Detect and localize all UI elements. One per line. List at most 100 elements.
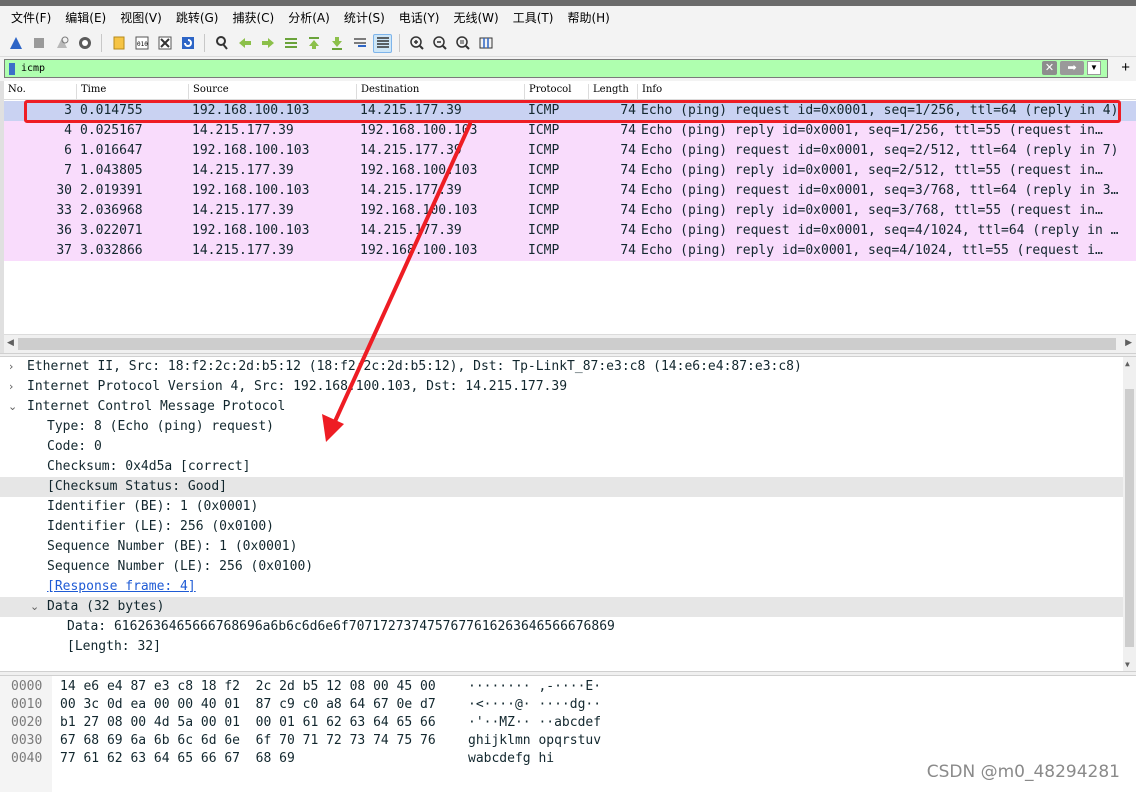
byte-offset: 0030	[11, 733, 43, 748]
save-file-icon[interactable]: 010	[132, 34, 151, 53]
cell-time: 3.032866	[80, 243, 143, 258]
cell-length: 74	[620, 223, 636, 238]
open-file-icon[interactable]	[109, 34, 128, 53]
menu-telephony[interactable]: 电话(Y)	[392, 6, 447, 30]
add-filter-button-icon[interactable]: +	[1121, 60, 1130, 76]
menu-capture[interactable]: 捕获(C)	[225, 6, 281, 30]
scroll-up-icon[interactable]: ▲	[1125, 359, 1130, 368]
menu-go[interactable]: 跳转(G)	[169, 6, 226, 30]
byte-offset: 0010	[11, 697, 43, 712]
filter-history-chevron-icon[interactable]: ▼	[1087, 61, 1101, 75]
table-row[interactable]: 36 3.022071 192.168.100.103 14.215.177.3…	[4, 221, 1136, 241]
tree-item-field[interactable]: Identifier (BE): 1 (0x0001)	[0, 497, 1123, 517]
tree-item-ethernet[interactable]: › Ethernet II, Src: 18:f2:2c:2d:b5:12 (1…	[0, 357, 1123, 377]
column-header-info[interactable]: Info	[642, 84, 662, 95]
menu-edit[interactable]: 编辑(E)	[58, 6, 113, 30]
expand-chevron-icon[interactable]: ›	[9, 377, 13, 397]
byte-offset: 0040	[11, 751, 43, 766]
packet-list-horizontal-scrollbar[interactable]: ◀ ▶	[4, 334, 1136, 353]
byte-hex[interactable]: b1 27 08 00 4d 5a 00 01 00 01 61 62 63 6…	[60, 714, 436, 732]
scroll-left-icon[interactable]: ◀	[7, 337, 14, 348]
start-capture-icon[interactable]	[6, 34, 25, 53]
tree-item-ipv4[interactable]: › Internet Protocol Version 4, Src: 192.…	[0, 377, 1123, 397]
autoscroll-icon[interactable]	[350, 34, 369, 53]
tree-item-field[interactable]: Sequence Number (BE): 1 (0x0001)	[0, 537, 1123, 557]
display-filter-input[interactable]: icmp ✕ ➡ ▼	[4, 59, 1108, 78]
column-header-length[interactable]: Length	[593, 84, 629, 95]
menu-view[interactable]: 视图(V)	[113, 6, 169, 30]
capture-options-icon[interactable]	[75, 34, 94, 53]
tree-item-field[interactable]: [Length: 32]	[0, 637, 1123, 657]
byte-ascii[interactable]: ········ ,-····E·	[468, 678, 601, 696]
byte-ascii[interactable]: ·'··MZ·· ··abcdef	[468, 714, 601, 732]
go-back-icon[interactable]	[235, 34, 254, 53]
tree-item-field[interactable]: Sequence Number (LE): 256 (0x0100)	[0, 557, 1123, 577]
column-header-protocol[interactable]: Protocol	[529, 84, 571, 95]
expand-chevron-icon[interactable]: ›	[9, 357, 13, 377]
cell-no: 33	[56, 203, 72, 218]
column-header-source[interactable]: Source	[193, 84, 229, 95]
byte-hex[interactable]: 14 e6 e4 87 e3 c8 18 f2 2c 2d b5 12 08 0…	[60, 678, 436, 696]
scroll-right-icon[interactable]: ▶	[1125, 337, 1132, 348]
tree-item-field[interactable]: Data: 6162636465666768696a6b6c6d6e6f7071…	[0, 617, 1123, 637]
table-row[interactable]: 30 2.019391 192.168.100.103 14.215.177.3…	[4, 181, 1136, 201]
tree-item-field[interactable]: Checksum: 0x4d5a [correct]	[0, 457, 1123, 477]
cell-no: 4	[64, 123, 72, 138]
scrollbar-thumb[interactable]	[18, 338, 1116, 350]
response-frame-link[interactable]: [Response frame: 4]	[47, 577, 196, 597]
restart-capture-icon[interactable]	[52, 34, 71, 53]
zoom-in-icon[interactable]	[407, 34, 426, 53]
scrollbar-thumb[interactable]	[1125, 389, 1134, 647]
normal-size-icon[interactable]	[453, 34, 472, 53]
colorize-list-icon[interactable]	[373, 33, 392, 53]
collapse-chevron-icon[interactable]: ⌄	[8, 397, 17, 417]
details-vertical-scrollbar[interactable]: ▲ ▼	[1123, 357, 1136, 671]
stop-capture-icon[interactable]	[29, 34, 48, 53]
byte-hex[interactable]: 77 61 62 63 64 65 66 67 68 69	[60, 750, 295, 768]
go-to-packet-icon[interactable]	[281, 34, 300, 53]
table-row[interactable]: 7 1.043805 14.215.177.39 192.168.100.103…	[4, 161, 1136, 181]
reload-file-icon[interactable]	[178, 34, 197, 53]
go-forward-icon[interactable]	[258, 34, 277, 53]
table-row[interactable]: 37 3.032866 14.215.177.39 192.168.100.10…	[4, 241, 1136, 261]
byte-ascii[interactable]: wabcdefg hi	[468, 750, 554, 768]
collapse-chevron-icon[interactable]: ⌄	[30, 597, 39, 617]
column-header-destination[interactable]: Destination	[361, 84, 419, 95]
tree-item-data[interactable]: ⌄ Data (32 bytes)	[0, 597, 1123, 617]
cell-protocol: ICMP	[528, 223, 560, 238]
toolbar-separator	[204, 34, 205, 52]
last-packet-icon[interactable]	[327, 34, 346, 53]
tree-item-field[interactable]: Identifier (LE): 256 (0x0100)	[0, 517, 1123, 537]
first-packet-icon[interactable]	[304, 34, 323, 53]
tree-item-field[interactable]: Type: 8 (Echo (ping) request)	[0, 417, 1123, 437]
menu-statistics[interactable]: 统计(S)	[337, 6, 392, 30]
column-header-no[interactable]: No.	[8, 84, 26, 95]
tree-item-field[interactable]: Code: 0	[0, 437, 1123, 457]
table-row[interactable]: 6 1.016647 192.168.100.103 14.215.177.39…	[4, 141, 1136, 161]
find-packet-icon[interactable]	[212, 34, 231, 53]
tree-item-label: [Checksum Status: Good]	[47, 479, 228, 494]
menu-help[interactable]: 帮助(H)	[560, 6, 616, 30]
byte-ascii[interactable]: ·<····@· ····dg··	[468, 696, 601, 714]
tree-item-response-frame[interactable]: [Response frame: 4]	[0, 577, 1123, 597]
tree-item-icmp[interactable]: ⌄ Internet Control Message Protocol	[0, 397, 1123, 417]
table-row[interactable]: 33 2.036968 14.215.177.39 192.168.100.10…	[4, 201, 1136, 221]
cell-source: 192.168.100.103	[192, 143, 310, 158]
menu-file[interactable]: 文件(F)	[4, 6, 58, 30]
clear-filter-icon[interactable]: ✕	[1042, 61, 1057, 75]
resize-columns-icon[interactable]	[476, 34, 495, 53]
menu-tools[interactable]: 工具(T)	[506, 6, 561, 30]
byte-hex[interactable]: 67 68 69 6a 6b 6c 6d 6e 6f 70 71 72 73 7…	[60, 732, 436, 750]
column-header-time[interactable]: Time	[81, 84, 106, 95]
byte-ascii[interactable]: ghijklmn opqrstuv	[468, 732, 601, 750]
scroll-down-icon[interactable]: ▼	[1125, 660, 1130, 669]
close-file-icon[interactable]	[155, 34, 174, 53]
bookmark-icon[interactable]	[9, 62, 15, 75]
byte-hex[interactable]: 00 3c 0d ea 00 00 40 01 87 c9 c0 a8 64 6…	[60, 696, 436, 714]
apply-filter-icon[interactable]: ➡	[1060, 61, 1084, 75]
tree-item-field-selected[interactable]: [Checksum Status: Good]	[0, 477, 1123, 497]
zoom-out-icon[interactable]	[430, 34, 449, 53]
menu-wireless[interactable]: 无线(W)	[447, 6, 506, 30]
table-row[interactable]: 4 0.025167 14.215.177.39 192.168.100.103…	[4, 121, 1136, 141]
menu-analyze[interactable]: 分析(A)	[281, 6, 337, 30]
